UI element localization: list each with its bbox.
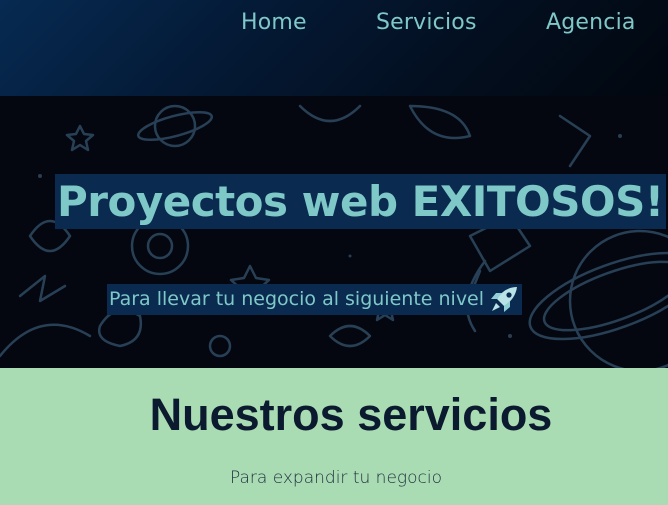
nav-link-agencia[interactable]: Agencia [546,10,636,35]
nav-link-home[interactable]: Home [241,10,307,35]
services-subtitle: Para expandir tu negocio [230,468,442,488]
rocket-icon [491,287,518,312]
site-header: Home Servicios Agencia [0,0,668,96]
hero-title: Proyectos web EXITOSOS! [55,174,666,230]
hero-section: Proyectos web EXITOSOS! Para llevar tu n… [0,96,668,368]
services-title: Nuestros servicios [149,389,553,440]
space-doodle-background [0,104,668,368]
nav-link-servicios[interactable]: Servicios [376,10,477,35]
services-section: Nuestros servicios Para expandir tu nego… [0,368,668,505]
hero-subtitle: Para llevar tu negocio al siguiente nive… [107,284,523,315]
hero-subtitle-text: Para llevar tu negocio al siguiente nive… [109,288,485,310]
